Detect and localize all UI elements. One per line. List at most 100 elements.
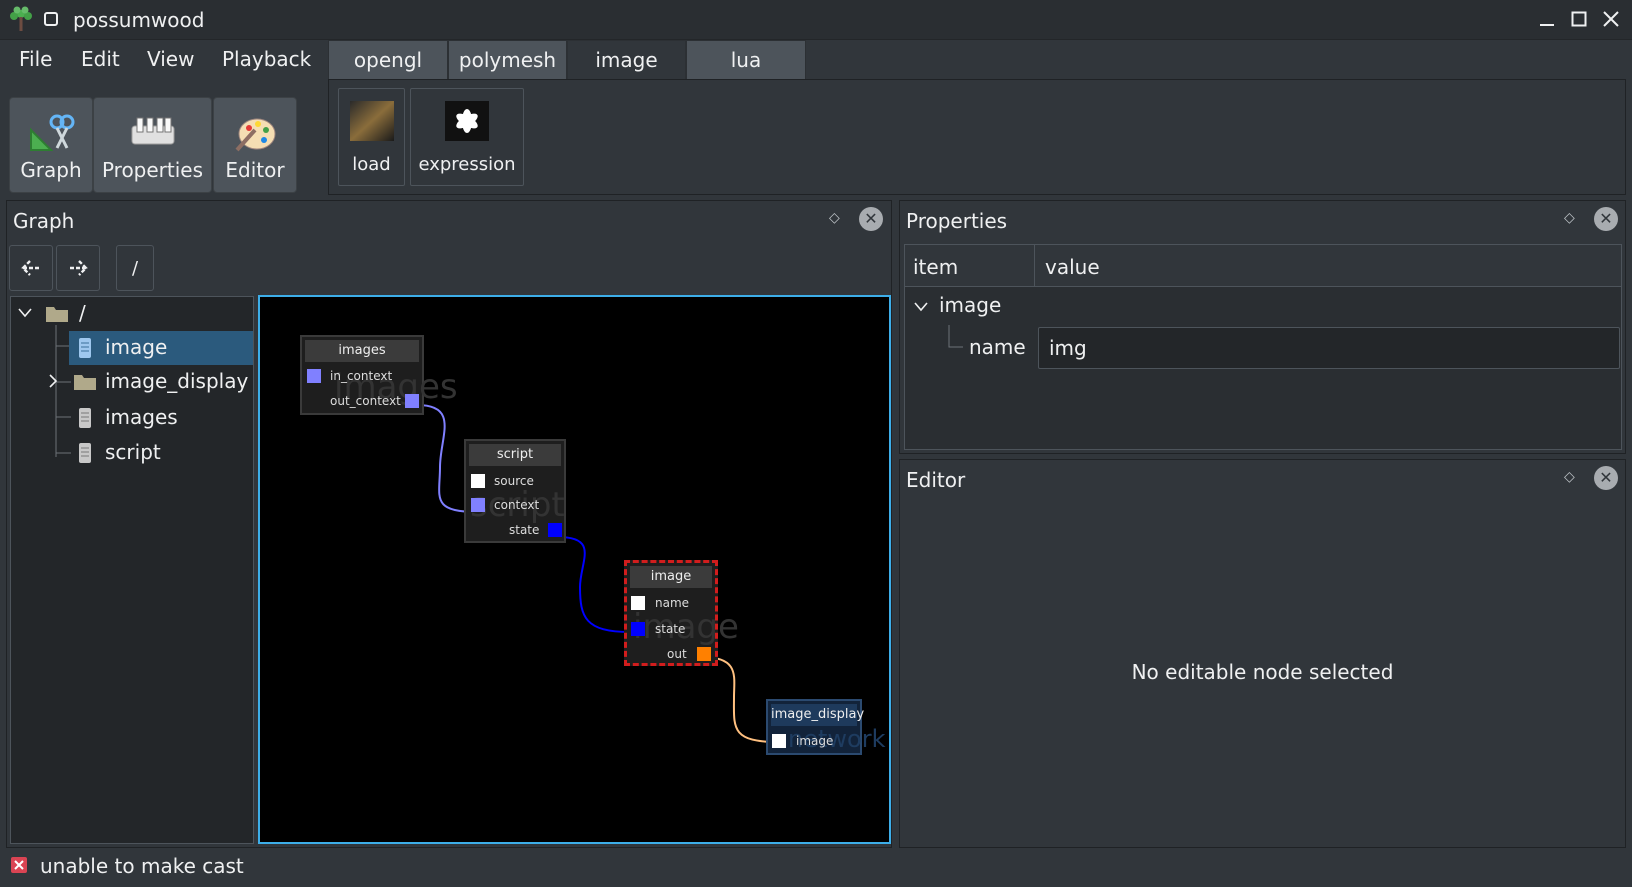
- float-panel-icon[interactable]: ◇: [829, 211, 843, 225]
- input-port[interactable]: [631, 622, 645, 636]
- menu-view[interactable]: View: [147, 47, 194, 71]
- properties-panel-title: Properties: [906, 209, 1008, 233]
- graph-tool-icon: [30, 114, 75, 151]
- input-port[interactable]: [772, 734, 786, 748]
- editor-tool-button[interactable]: Editor: [213, 97, 297, 193]
- node-icon: [79, 443, 91, 463]
- back-icon: [21, 260, 40, 276]
- graph-node-image[interactable]: image image name state out: [624, 560, 739, 666]
- port-label: image: [796, 734, 834, 748]
- load-image-icon: [349, 101, 394, 141]
- graph-tool-button[interactable]: Graph: [9, 97, 93, 193]
- port-label: state: [509, 523, 540, 537]
- maximize-icon: [1571, 11, 1587, 27]
- close-panel-icon[interactable]: ✕: [1594, 207, 1618, 231]
- tree-item-label: image_display: [105, 369, 249, 393]
- output-port[interactable]: [697, 647, 711, 661]
- close-panel-icon[interactable]: ✕: [1594, 466, 1618, 490]
- close-window-button[interactable]: [1596, 4, 1626, 34]
- forward-button[interactable]: [56, 245, 100, 291]
- port-label: source: [494, 474, 534, 488]
- status-message: unable to make cast: [40, 854, 244, 878]
- editor-panel-title: Editor: [906, 468, 966, 492]
- node-title: image_display: [771, 704, 864, 726]
- tab-lua[interactable]: lua: [686, 40, 806, 80]
- node-title: images: [305, 340, 419, 362]
- graph-node-script[interactable]: script script source context state: [464, 439, 566, 543]
- graph-tool-label: Graph: [20, 158, 82, 182]
- properties-tool-label: Properties: [101, 158, 204, 182]
- input-port[interactable]: [631, 596, 645, 610]
- float-panel-icon[interactable]: ◇: [1564, 470, 1578, 484]
- minimize-icon: [1540, 24, 1554, 26]
- properties-tool-icon: [131, 117, 174, 145]
- output-port[interactable]: [548, 523, 562, 537]
- chevron-down-icon: [18, 308, 32, 318]
- tree-item-label: image: [105, 335, 168, 359]
- tree-item-images[interactable]: images: [69, 401, 253, 435]
- menu-playback[interactable]: Playback: [222, 47, 311, 71]
- close-icon: [1603, 11, 1619, 27]
- tab-image[interactable]: image: [567, 40, 686, 80]
- port-label: out: [667, 647, 687, 661]
- load-node-button[interactable]: load: [338, 88, 405, 186]
- port-label: context: [494, 498, 540, 512]
- tree-item-label: images: [105, 405, 178, 429]
- window-menu-icon[interactable]: [44, 12, 58, 26]
- tree-item-image-display[interactable]: image_display: [41, 365, 253, 399]
- node-icon: [79, 408, 91, 428]
- maximize-button[interactable]: [1564, 4, 1594, 34]
- output-port[interactable]: [405, 394, 419, 408]
- tree-item-root[interactable]: /: [11, 297, 253, 331]
- minimize-button[interactable]: [1532, 4, 1562, 34]
- graph-tree: / image image_display images script: [10, 296, 254, 844]
- editor-palette-icon: [235, 118, 276, 152]
- back-button[interactable]: [9, 245, 53, 291]
- node-title: script: [469, 444, 561, 466]
- window-title: possumwood: [73, 8, 205, 32]
- node-icon: [79, 338, 91, 358]
- tab-opengl[interactable]: opengl: [328, 40, 448, 80]
- input-port[interactable]: [471, 474, 485, 488]
- float-panel-icon[interactable]: ◇: [1564, 211, 1578, 225]
- expression-node-button[interactable]: expression: [410, 88, 524, 186]
- property-group-image[interactable]: image: [905, 289, 1621, 323]
- column-header-item[interactable]: item: [905, 245, 1035, 287]
- column-header-value[interactable]: value: [1035, 245, 1621, 287]
- tab-polymesh[interactable]: polymesh: [448, 40, 567, 80]
- port-label: in_context: [330, 369, 393, 383]
- graph-node-image-display[interactable]: network image_display image: [766, 699, 885, 755]
- menu-edit[interactable]: Edit: [81, 47, 120, 71]
- properties-table: item value image name img: [904, 244, 1622, 450]
- property-name: name: [969, 335, 1026, 359]
- menu-file[interactable]: File: [19, 47, 52, 71]
- chevron-down-icon: [914, 302, 928, 312]
- input-port[interactable]: [307, 369, 321, 383]
- properties-tool-button[interactable]: Properties: [93, 97, 212, 193]
- tree-icon: [10, 6, 32, 31]
- name-value-field[interactable]: img: [1038, 327, 1620, 369]
- expression-icon: [445, 101, 489, 141]
- chevron-right-icon: [49, 374, 58, 388]
- forward-icon: [69, 260, 88, 276]
- error-icon: [11, 857, 27, 873]
- input-port[interactable]: [471, 498, 485, 512]
- editor-empty-message: No editable node selected: [1131, 660, 1394, 684]
- expression-node-label: expression: [418, 154, 516, 175]
- graph-canvas[interactable]: images images in_context out_context scr…: [258, 295, 891, 844]
- path-breadcrumb-button[interactable]: /: [116, 245, 154, 291]
- port-label: state: [655, 622, 686, 636]
- tree-item-script[interactable]: script: [69, 436, 253, 470]
- tree-item-image[interactable]: image: [69, 331, 253, 365]
- node-watermark: image: [633, 607, 739, 647]
- graph-node-images[interactable]: images images in_context out_context: [300, 335, 458, 415]
- tree-item-label: /: [79, 301, 86, 325]
- node-title: image: [630, 566, 712, 588]
- editor-tool-label: Editor: [225, 158, 285, 182]
- property-row-name: name img: [905, 325, 1621, 371]
- port-label: out_context: [330, 394, 401, 408]
- close-panel-icon[interactable]: ✕: [859, 207, 883, 231]
- graph-panel-title: Graph: [13, 209, 75, 233]
- folder-icon: [74, 375, 96, 390]
- load-node-label: load: [352, 154, 391, 175]
